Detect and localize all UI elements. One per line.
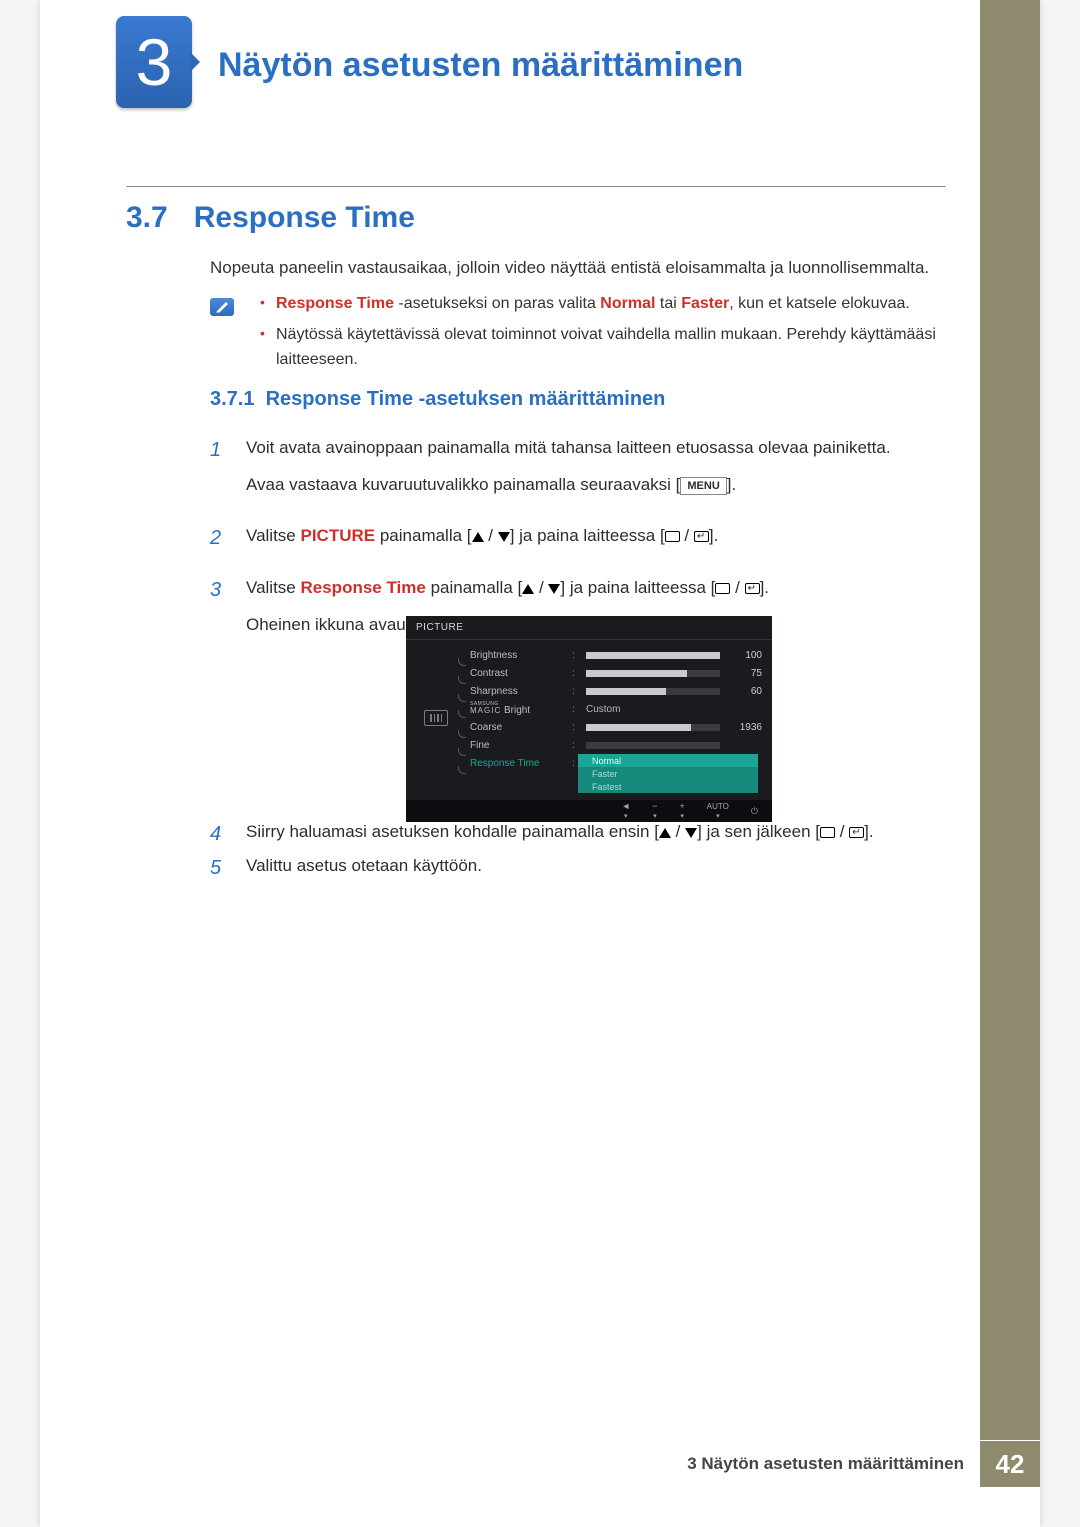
- up-arrow-icon: [522, 584, 534, 594]
- section-intro: Nopeuta paneelin vastausaikaa, jolloin v…: [210, 256, 940, 280]
- menu-key-icon: MENU: [680, 477, 726, 495]
- section-number: 3.7: [126, 201, 168, 235]
- osd-option: Fastest: [578, 780, 758, 793]
- step-number: 1: [210, 434, 228, 508]
- step-text: Siirry haluamasi asetuksen kohdalle pain…: [246, 818, 950, 845]
- chapter-number: 3: [136, 24, 173, 100]
- osd-dropdown: Normal Faster Fastest: [578, 754, 758, 793]
- osd-power-icon: ⏻: [751, 807, 758, 816]
- display-icon: [665, 531, 680, 542]
- display-icon: [820, 827, 835, 838]
- osd-row-contrast: Contrast : 75: [456, 664, 762, 682]
- osd-row-magic-bright: SAMSUNGMAGIC Bright : Custom: [456, 700, 762, 718]
- step-4: 4 Siirry haluamasi asetuksen kohdalle pa…: [210, 818, 950, 855]
- side-stripe: [980, 0, 1040, 1440]
- enter-icon: [694, 531, 709, 542]
- step-text: Valittu asetus otetaan käyttöön.: [246, 852, 950, 879]
- page-footer: 3 Näytön asetusten määrittäminen 42: [40, 1441, 1040, 1487]
- note-list: Response Time -asetukseksi on paras vali…: [260, 292, 950, 372]
- footer-chapter-label: 3 Näytön asetusten määrittäminen: [671, 1441, 980, 1487]
- chapter-title: Näytön asetusten määrittäminen: [218, 46, 743, 85]
- down-arrow-icon: [685, 828, 697, 838]
- up-arrow-icon: [659, 828, 671, 838]
- osd-row-sharpness: Sharpness : 60: [456, 682, 762, 700]
- note-item: Response Time -asetukseksi on paras vali…: [260, 292, 950, 317]
- step-text: Avaa vastaava kuvaruutuvalikko painamall…: [246, 471, 950, 498]
- enter-icon: [849, 827, 864, 838]
- osd-option-selected: Normal: [578, 754, 758, 767]
- section-header: 3.7 Response Time: [126, 186, 946, 235]
- step-number: 5: [210, 852, 228, 889]
- enter-icon: [745, 583, 760, 594]
- step-1: 1 Voit avata avainoppaan painamalla mitä…: [210, 434, 950, 508]
- down-arrow-icon: [548, 584, 560, 594]
- note-item: Näytössä käytettävissä olevat toiminnot …: [260, 323, 950, 373]
- chapter-tab: 3: [116, 16, 192, 108]
- up-arrow-icon: [472, 532, 484, 542]
- osd-option: Faster: [578, 767, 758, 780]
- down-arrow-icon: [498, 532, 510, 542]
- document-page: 3 Näytön asetusten määrittäminen 3.7 Res…: [40, 0, 1040, 1527]
- step-text: Valitse PICTURE painamalla [ / ] ja pain…: [246, 522, 950, 549]
- step-5: 5 Valittu asetus otetaan käyttöön.: [210, 852, 950, 889]
- osd-row-coarse: Coarse : 1936: [456, 718, 762, 736]
- osd-side-icon: [416, 646, 456, 790]
- section-title: Response Time: [194, 201, 415, 235]
- step-number: 4: [210, 818, 228, 855]
- page-number: 42: [980, 1441, 1040, 1487]
- step-text: Valitse Response Time painamalla [ / ] j…: [246, 574, 950, 601]
- note-icon: [210, 298, 234, 316]
- step-number: 3: [210, 574, 228, 648]
- subsection-heading: 3.7.1 Response Time -asetuksen määrittäm…: [210, 388, 665, 411]
- osd-preview: PICTURE Brightness : 100 Contrast : 75: [406, 616, 772, 822]
- step-text: Voit avata avainoppaan painamalla mitä t…: [246, 434, 950, 461]
- step-2: 2 Valitse PICTURE painamalla [ / ] ja pa…: [210, 522, 950, 559]
- osd-menu-title: PICTURE: [406, 616, 772, 640]
- osd-row-fine: Fine :: [456, 736, 762, 754]
- osd-auto-label: AUTO▾: [707, 803, 729, 820]
- note-block: Response Time -asetukseksi on paras vali…: [210, 292, 950, 378]
- step-number: 2: [210, 522, 228, 559]
- osd-row-brightness: Brightness : 100: [456, 646, 762, 664]
- display-icon: [715, 583, 730, 594]
